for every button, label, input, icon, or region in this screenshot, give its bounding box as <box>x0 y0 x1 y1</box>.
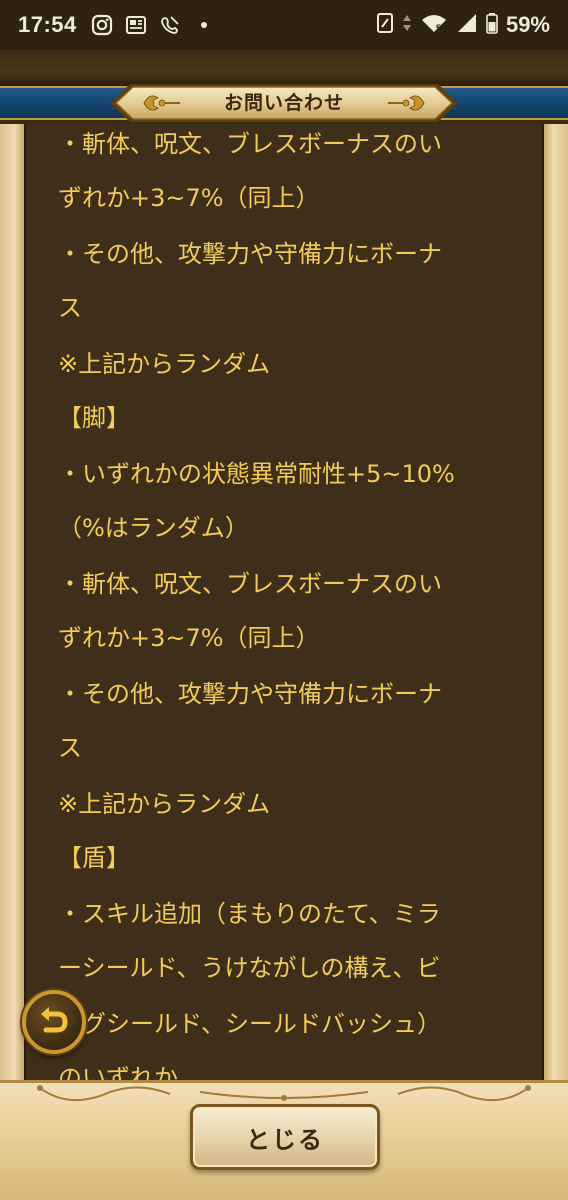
close-button[interactable]: とじる <box>190 1104 380 1170</box>
dot-icon <box>193 14 215 36</box>
text-line: ス <box>58 734 82 762</box>
text-line: ・スキル追加（まもりのたて、ミラ <box>58 900 441 928</box>
text-line: ・斬体、呪文、ブレスボーナスのい <box>58 570 442 598</box>
status-right: 5 59% <box>376 12 550 39</box>
back-button[interactable] <box>22 990 86 1054</box>
data-arrows-icon <box>402 12 412 39</box>
text-line: ※上記からランダム <box>58 350 271 378</box>
text-line: ずれか+3~7%（同上） <box>58 184 320 212</box>
parchment-frame-right <box>544 124 568 1084</box>
text-line: ーシールド、うけながしの構え、ビ <box>58 954 441 982</box>
text-line: ・いずれかの状態異常耐性+5~10% <box>58 460 455 488</box>
clock: 17:54 <box>18 12 77 37</box>
text-line: ずれか+3~7%（同上） <box>58 624 320 652</box>
text-line: ス <box>58 294 82 322</box>
text-line: （%はランダム） <box>58 514 249 542</box>
page-title: お問い合わせ <box>223 92 344 114</box>
close-button-label: とじる <box>246 1125 324 1154</box>
battery-percent: 59% <box>505 12 550 37</box>
battery-icon <box>486 12 498 39</box>
text-line: ・その他、攻撃力や守備力にボーナ <box>58 240 442 268</box>
text-line: ・斬体、呪文、ブレスボーナスのい <box>58 130 442 158</box>
section-heading: 【脚】 <box>58 404 130 432</box>
text-line: ・その他、攻撃力や守備力にボーナ <box>58 680 442 708</box>
svg-text:5: 5 <box>436 23 441 33</box>
news-icon <box>125 14 147 36</box>
message-scroll-area[interactable]: ・斬体、呪文、ブレスボーナスのい ずれか+3~7%（同上） ・その他、攻撃力や守… <box>24 124 544 1084</box>
text-line: ※上記からランダム <box>58 790 271 818</box>
return-arrow-icon <box>41 1007 68 1033</box>
status-bar: 17:54 5 59% <box>0 0 568 50</box>
instagram-icon <box>91 14 113 36</box>
nfc-icon <box>376 12 394 39</box>
text-line: ッグシールド、シールドバッシュ） <box>58 1010 442 1038</box>
missed-call-icon <box>159 14 181 36</box>
section-heading: 【盾】 <box>58 844 130 872</box>
cell-signal-icon <box>456 12 478 39</box>
parchment-frame-left <box>0 124 24 1084</box>
wifi-5-icon: 5 <box>420 12 448 39</box>
